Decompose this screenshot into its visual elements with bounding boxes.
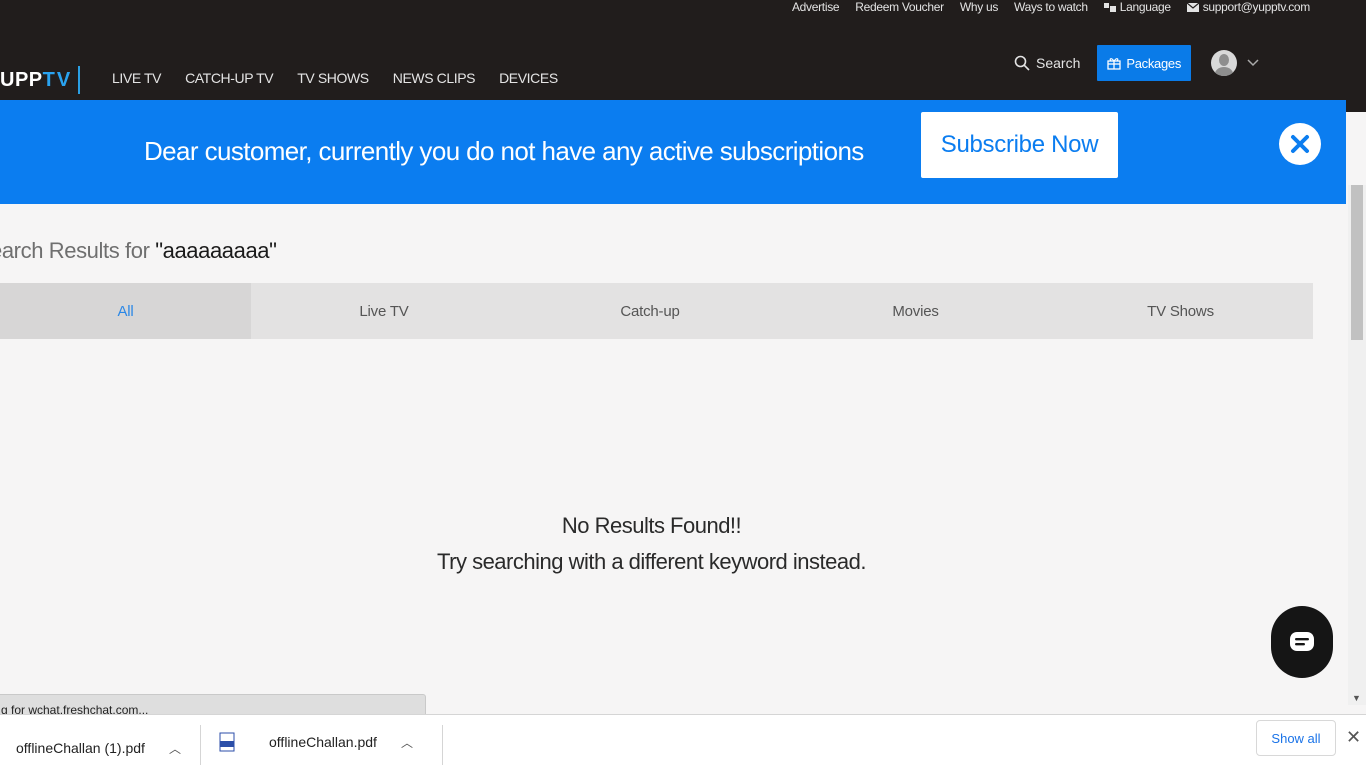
chat-icon <box>1290 632 1314 651</box>
show-all-downloads-button[interactable]: Show all <box>1256 720 1336 756</box>
top-links: Advertise Redeem Voucher Why us Ways to … <box>792 0 1310 16</box>
packages-label: Packages <box>1126 55 1182 71</box>
mail-icon <box>1186 3 1199 12</box>
download-item[interactable]: offlineChallan.pdf ︿ <box>219 727 413 757</box>
results-query: "aaaaaaaaa" <box>155 238 277 263</box>
download-filename: offlineChallan.pdf <box>269 734 377 750</box>
download-divider <box>442 725 443 765</box>
support-email-label: support@yupptv.com <box>1202 0 1311 14</box>
search-results-title: earch Results for "aaaaaaaaa" <box>0 238 277 264</box>
main-menu: LIVE TV CATCH-UP TV TV SHOWS NEWS CLIPS … <box>112 70 558 86</box>
no-results-title: No Results Found!! <box>561 513 742 538</box>
nav-devices[interactable]: DEVICES <box>499 70 558 86</box>
redeem-voucher-link[interactable]: Redeem Voucher <box>855 0 944 14</box>
nav-tv-shows[interactable]: TV SHOWS <box>297 70 369 86</box>
ways-to-watch-link[interactable]: Ways to watch <box>1014 0 1088 14</box>
close-icon[interactable]: ✕ <box>1346 727 1361 748</box>
scrollbar-thumb[interactable] <box>1351 185 1363 340</box>
tab-live-tv[interactable]: Live TV <box>251 283 517 339</box>
search-label: Search <box>1036 55 1081 71</box>
language-icon <box>1103 3 1116 12</box>
close-icon <box>1291 135 1309 153</box>
advertise-link[interactable]: Advertise <box>792 0 840 14</box>
why-us-link[interactable]: Why us <box>960 0 999 14</box>
results-tabs: All Live TV Catch-up Movies TV Shows <box>0 283 1313 339</box>
nav-news-clips[interactable]: NEWS CLIPS <box>393 70 476 86</box>
nav-live-tv[interactable]: LIVE TV <box>112 70 161 86</box>
chat-widget-button[interactable] <box>1271 606 1333 678</box>
chevron-down-icon[interactable] <box>1247 59 1259 67</box>
banner-close-button[interactable] <box>1279 123 1321 165</box>
logo-text-tv: TV <box>42 68 73 91</box>
results-prefix: earch Results for <box>0 238 156 263</box>
banner-message: Dear customer, currently you do not have… <box>144 136 864 166</box>
search-button[interactable]: Search <box>1014 55 1080 71</box>
no-results-hint: Try searching with a different keyword i… <box>437 549 866 574</box>
scroll-down-arrow-icon[interactable]: ▼ <box>1352 693 1361 703</box>
nav-catch-up-tv[interactable]: CATCH-UP TV <box>185 70 274 86</box>
tab-catch-up[interactable]: Catch-up <box>517 283 783 339</box>
no-results-message: No Results Found!! Try searching with a … <box>0 508 1303 580</box>
download-shelf: offlineChallan (1).pdf ︿ offlineChallan.… <box>0 714 1366 768</box>
logo-text-upp: UPP <box>0 68 43 91</box>
pdf-file-icon <box>219 732 235 752</box>
download-divider <box>200 725 201 765</box>
top-utility-bar: Advertise Redeem Voucher Why us Ways to … <box>0 0 1366 44</box>
support-email-link[interactable]: support@yupptv.com <box>1186 0 1311 14</box>
language-label: Language <box>1119 0 1171 14</box>
chevron-up-icon[interactable]: ︿ <box>401 734 413 751</box>
download-item[interactable]: offlineChallan (1).pdf ︿ <box>16 733 181 763</box>
language-link[interactable]: Language <box>1103 0 1171 14</box>
search-icon <box>1014 55 1030 71</box>
tab-all[interactable]: All <box>0 283 251 339</box>
page-scrollbar[interactable]: ▼ <box>1348 185 1366 705</box>
gift-icon <box>1107 58 1122 70</box>
subscription-banner: Dear customer, currently you do not have… <box>0 100 1346 204</box>
yupptv-logo[interactable]: UPP TV <box>0 66 81 94</box>
subscribe-now-button[interactable]: Subscribe Now <box>921 112 1118 178</box>
user-avatar[interactable] <box>1211 50 1238 76</box>
chevron-up-icon[interactable]: ︿ <box>169 740 181 757</box>
download-filename: offlineChallan (1).pdf <box>16 740 145 756</box>
tab-movies[interactable]: Movies <box>783 283 1048 339</box>
nav-right: Search Packages <box>1014 45 1259 81</box>
packages-button[interactable]: Packages <box>1097 45 1192 81</box>
tab-tv-shows[interactable]: TV Shows <box>1048 283 1313 339</box>
